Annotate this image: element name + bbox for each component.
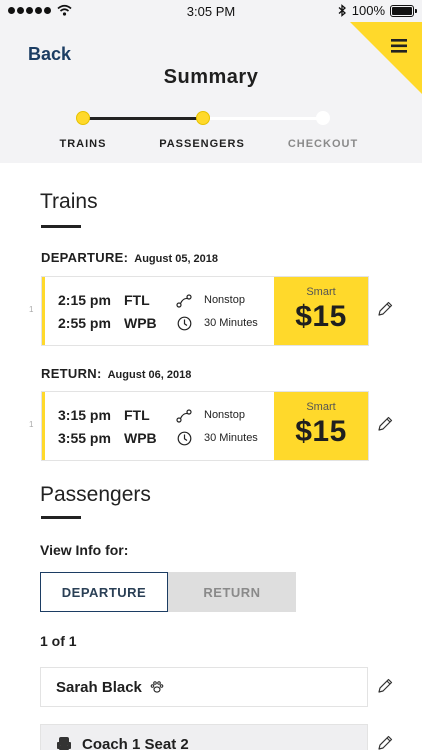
toggle-return-button[interactable]: RETURN bbox=[168, 572, 296, 612]
back-button[interactable]: Back bbox=[28, 44, 71, 65]
return-row-number: 1 bbox=[29, 420, 34, 429]
passenger-count: 1 of 1 bbox=[40, 633, 77, 649]
return-price: $15 bbox=[295, 415, 347, 448]
return-fare-class: Smart bbox=[306, 401, 336, 413]
view-info-toggle: DEPARTURE RETURN bbox=[40, 572, 296, 612]
departure-trip-card[interactable]: 2:15 pm FTL 2:55 pm WPB Nonstop 30 Minut… bbox=[41, 276, 369, 346]
clock-icon bbox=[176, 316, 192, 332]
passenger-seat: Coach 1 Seat 2 bbox=[82, 735, 189, 750]
return-arrive-time: 3:55 pm bbox=[58, 430, 111, 446]
toggle-departure-button[interactable]: DEPARTURE bbox=[40, 572, 168, 612]
bluetooth-icon bbox=[338, 4, 346, 17]
departure-arrive-station: WPB bbox=[124, 315, 157, 331]
passenger-name: Sarah Black bbox=[56, 678, 142, 696]
passengers-section-underline bbox=[41, 516, 81, 519]
edit-return-pencil-icon[interactable] bbox=[376, 415, 394, 433]
seat-icon bbox=[57, 737, 71, 750]
departure-depart-time: 2:15 pm bbox=[58, 292, 111, 308]
view-info-label: View Info for: bbox=[40, 542, 129, 558]
departure-depart-station: FTL bbox=[124, 292, 150, 308]
card-accent-bar bbox=[42, 277, 45, 345]
hamburger-menu-icon bbox=[350, 22, 422, 94]
step-dot-passengers bbox=[196, 111, 210, 125]
departure-price: $15 bbox=[295, 300, 347, 333]
return-label: RETURN: August 06, 2018 bbox=[41, 366, 191, 381]
battery-level bbox=[392, 6, 412, 15]
departure-date: August 05, 2018 bbox=[134, 253, 219, 265]
departure-info: Nonstop 30 Minutes bbox=[176, 289, 258, 335]
departure-fare-class: Smart bbox=[306, 286, 336, 298]
edit-seat-pencil-icon[interactable] bbox=[376, 734, 394, 750]
departure-row-number: 1 bbox=[29, 305, 34, 314]
passenger-name-card[interactable]: Sarah Black bbox=[40, 667, 368, 707]
trains-section-underline bbox=[41, 225, 81, 228]
route-icon bbox=[176, 293, 192, 309]
return-price-box: Smart $15 bbox=[274, 392, 368, 460]
departure-times: 2:15 pm FTL 2:55 pm WPB bbox=[58, 289, 157, 335]
step-label-trains[interactable]: TRAINS bbox=[60, 138, 107, 150]
clock-icon bbox=[176, 431, 192, 447]
status-right: 100% bbox=[338, 3, 417, 18]
step-label-passengers[interactable]: PASSENGERS bbox=[159, 138, 245, 150]
return-arrive-station: WPB bbox=[124, 430, 157, 446]
return-info: Nonstop 30 Minutes bbox=[176, 404, 258, 450]
progress-line-complete bbox=[83, 117, 203, 120]
progress-stepper: TRAINS PASSENGERS CHECKOUT bbox=[0, 110, 422, 160]
battery-percent: 100% bbox=[351, 3, 385, 18]
return-depart-station: FTL bbox=[124, 407, 150, 423]
passenger-seat-card[interactable]: Coach 1 Seat 2 bbox=[40, 724, 368, 750]
edit-departure-pencil-icon[interactable] bbox=[376, 300, 394, 318]
departure-arrive-time: 2:55 pm bbox=[58, 315, 111, 331]
menu-button[interactable] bbox=[350, 22, 422, 94]
return-date: August 06, 2018 bbox=[107, 369, 192, 381]
return-depart-time: 3:15 pm bbox=[58, 407, 111, 423]
step-label-checkout[interactable]: CHECKOUT bbox=[288, 138, 358, 150]
step-dot-checkout bbox=[316, 111, 330, 125]
return-label-text: RETURN: bbox=[41, 366, 102, 381]
battery-icon bbox=[390, 4, 417, 17]
departure-price-box: Smart $15 bbox=[274, 277, 368, 345]
progress-line-remaining bbox=[203, 117, 323, 120]
return-trip-card[interactable]: 3:15 pm FTL 3:55 pm WPB Nonstop 30 Minut… bbox=[41, 391, 369, 461]
paw-icon bbox=[150, 681, 164, 693]
departure-label-text: DEPARTURE: bbox=[41, 250, 129, 265]
departure-duration: 30 Minutes bbox=[204, 317, 258, 329]
card-accent-bar bbox=[42, 392, 45, 460]
return-duration: 30 Minutes bbox=[204, 432, 258, 444]
departure-stops: Nonstop bbox=[204, 294, 245, 306]
passengers-section-title: Passengers bbox=[40, 483, 151, 506]
step-dot-trains bbox=[76, 111, 90, 125]
return-times: 3:15 pm FTL 3:55 pm WPB bbox=[58, 404, 157, 450]
status-bar: 3:05 PM 100% bbox=[0, 0, 422, 22]
return-stops: Nonstop bbox=[204, 409, 245, 421]
header: Back Summary TRAINS PASSENGERS CHECKOUT bbox=[0, 22, 422, 163]
edit-passenger-pencil-icon[interactable] bbox=[376, 677, 394, 695]
trains-section-title: Trains bbox=[40, 190, 98, 213]
route-icon bbox=[176, 408, 192, 424]
departure-label: DEPARTURE: August 05, 2018 bbox=[41, 250, 218, 265]
